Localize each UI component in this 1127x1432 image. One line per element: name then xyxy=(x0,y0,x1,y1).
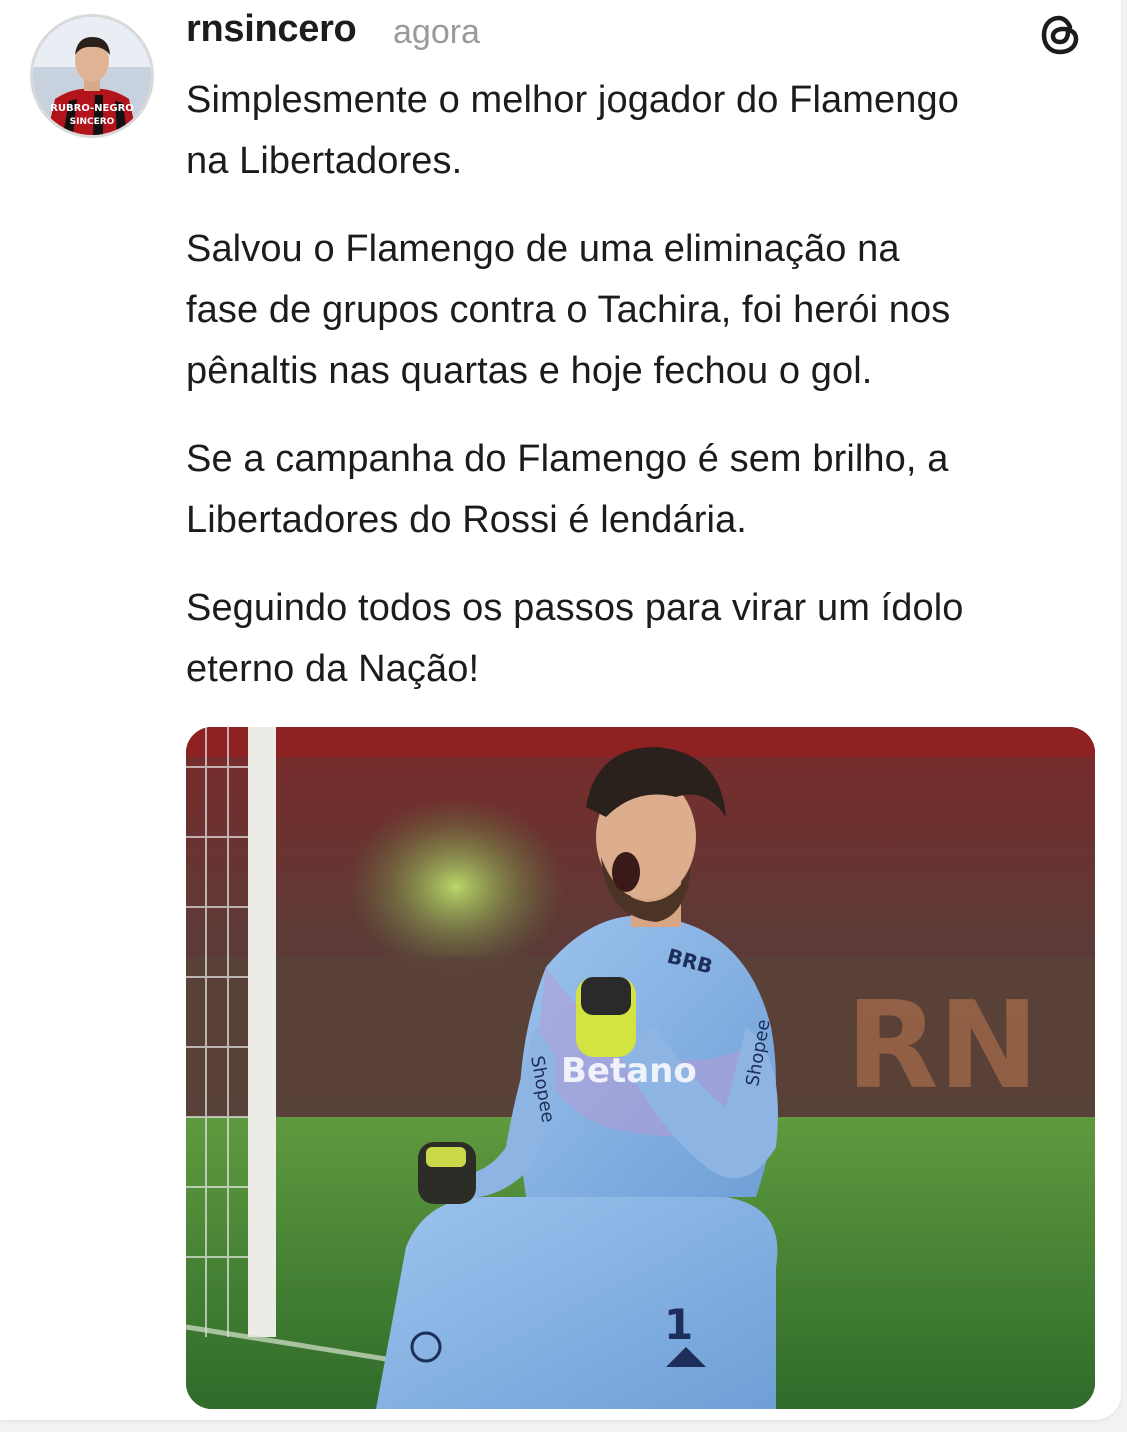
goalkeeper-celebration-photo: RN BRB Shopee Shopee Betano 1 xyxy=(186,727,1095,1409)
post-text: Simplesmente o melhor jogador do Flameng… xyxy=(186,70,1106,727)
shirt-sponsor-front: Betano xyxy=(561,1051,697,1091)
background-letters: RN xyxy=(846,977,1039,1116)
avatar[interactable]: RUBRO-NEGRO SINCERO xyxy=(30,14,154,138)
timestamp: agora xyxy=(393,13,480,51)
threads-icon[interactable] xyxy=(1037,10,1085,58)
post-card[interactable]: RUBRO-NEGRO SINCERO rnsincero agora Simp… xyxy=(0,0,1121,1420)
username[interactable]: rnsincero xyxy=(186,8,357,51)
post-paragraph: Salvou o Flamengo de uma eliminação na f… xyxy=(186,228,951,392)
post-photo[interactable]: RN BRB Shopee Shopee Betano 1 xyxy=(186,727,1095,1409)
shorts-number: 1 xyxy=(664,1300,693,1349)
avatar-badge-line2: SINCERO xyxy=(70,117,115,127)
post-paragraph: Simplesmente o melhor jogador do Flameng… xyxy=(186,79,959,182)
post-paragraph: Seguindo todos os passos para virar um í… xyxy=(186,587,964,690)
post-paragraph: Se a campanha do Flamengo é sem brilho, … xyxy=(186,438,949,541)
avatar-badge-line1: RUBRO-NEGRO xyxy=(50,103,134,114)
